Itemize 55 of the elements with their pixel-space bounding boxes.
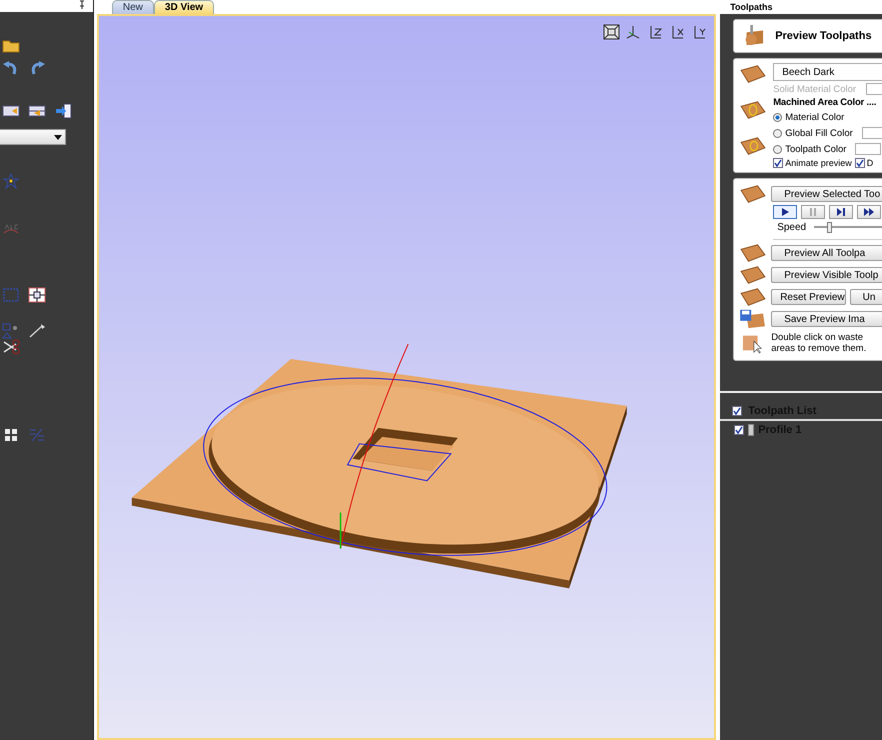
save-preview-image-button[interactable]: Save Preview Ima (771, 311, 882, 327)
radio-button[interactable] (773, 144, 782, 154)
checkbox[interactable] (734, 425, 744, 435)
measure-icon[interactable] (28, 323, 46, 339)
fast-icon (864, 208, 874, 216)
fast-button[interactable] (857, 205, 882, 219)
color-picker[interactable] (862, 127, 882, 139)
radio-button[interactable] (773, 112, 782, 122)
section-heading: Machined Area Color .... (773, 97, 878, 108)
speed-label: Speed (777, 222, 806, 232)
preview-selected-button[interactable]: Preview Selected Too (771, 186, 882, 202)
step-icon (836, 208, 846, 216)
grid-icon[interactable] (2, 427, 20, 443)
layer-dropdown[interactable] (0, 129, 66, 145)
hint-text: Double click on waste areas to remove them. (771, 332, 868, 354)
slider-thumb[interactable] (827, 222, 832, 232)
color-picker[interactable] (855, 143, 882, 155)
radio-label[interactable]: Material Color (785, 112, 844, 122)
radio-label[interactable]: Global Fill Color (785, 128, 853, 138)
import-icon[interactable] (2, 103, 20, 119)
reset-preview-button[interactable]: Reset Preview (771, 289, 846, 305)
preview-visible-button[interactable]: Preview Visible Toolp (771, 267, 882, 283)
checkbox-label[interactable]: D (866, 158, 874, 168)
import-icon[interactable] (28, 103, 46, 119)
radio-button[interactable] (773, 128, 782, 138)
checkbox[interactable] (732, 406, 742, 416)
save-image-icon (739, 308, 768, 330)
radio-label[interactable]: Toolpath Color (785, 144, 846, 154)
field-label: Solid Material Color (773, 84, 856, 94)
pin-icon[interactable] (78, 0, 85, 10)
preview-all-button[interactable]: Preview All Toolpa (771, 245, 882, 261)
star-icon[interactable] (2, 173, 20, 189)
material-dropdown[interactable]: Beech Dark (773, 63, 882, 81)
view-tab[interactable]: 3D View (154, 0, 214, 14)
3d-viewport[interactable] (96, 14, 716, 740)
checkbox[interactable] (773, 158, 784, 168)
undo-button[interactable]: Un (850, 289, 882, 305)
export-icon[interactable] (54, 103, 72, 119)
node-icon[interactable] (28, 287, 46, 303)
scissors-icon[interactable] (2, 339, 20, 355)
zoom-extents-icon[interactable] (603, 24, 620, 40)
material-icon (739, 63, 768, 85)
checkbox[interactable] (854, 158, 865, 168)
panel-heading: Preview Toolpaths (775, 30, 872, 42)
caret-icon (54, 134, 62, 140)
step-button[interactable] (829, 205, 854, 219)
checkbox-label[interactable]: Animate preview (785, 158, 852, 168)
pause-icon (808, 208, 818, 216)
animate-icon (739, 135, 768, 157)
machined-area-icon (739, 99, 768, 121)
panel-title: Toolpaths (720, 0, 882, 14)
tool-icon (748, 424, 754, 436)
play-button[interactable] (773, 205, 798, 219)
play-icon (780, 208, 790, 216)
view-tab[interactable]: New (112, 0, 154, 14)
